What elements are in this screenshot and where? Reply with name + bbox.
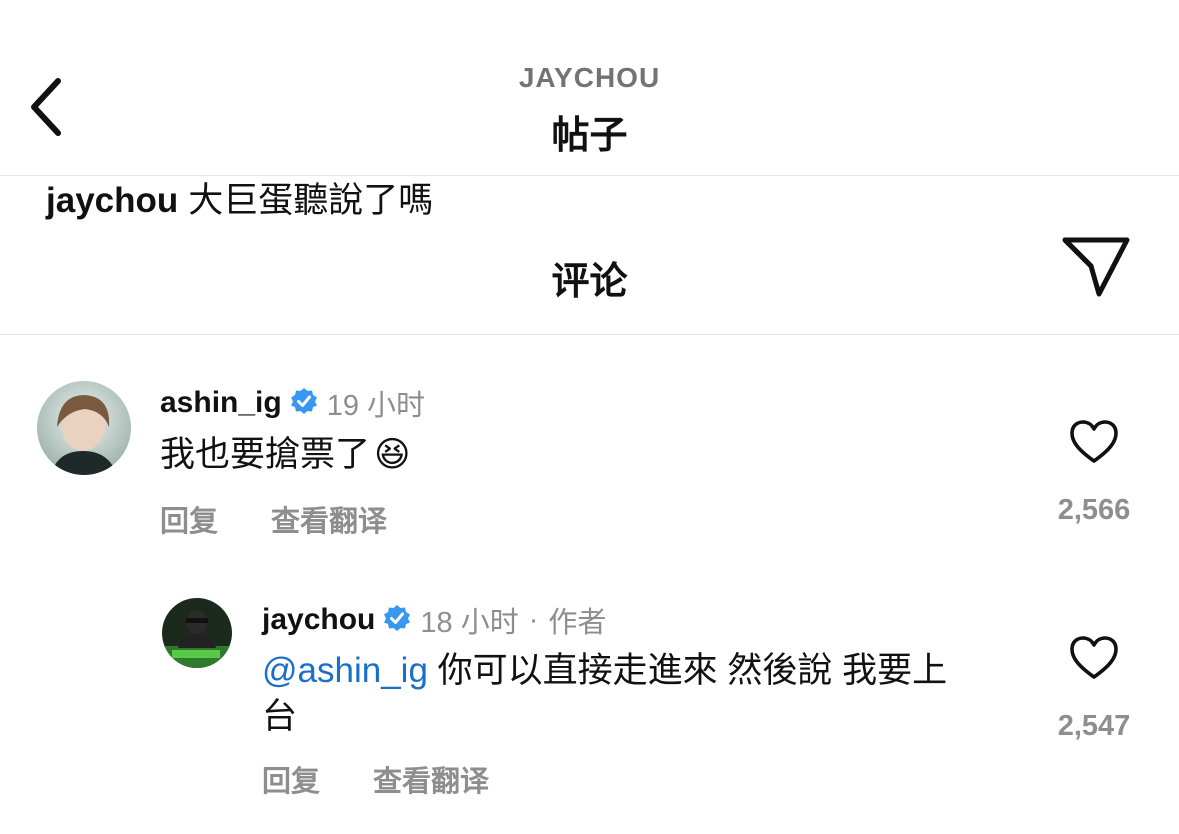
mention-link[interactable]: @ashin_ig bbox=[262, 651, 428, 690]
see-translation-button[interactable]: 查看翻译 bbox=[271, 498, 387, 540]
comment-body-line2: 台 bbox=[262, 697, 298, 736]
comment-item: ashin_ig 19 小时 我也要搶票了 😆 回复 查看翻译 2,566 bbox=[0, 370, 1179, 560]
caption-username[interactable]: jaychou bbox=[46, 181, 178, 220]
heart-icon bbox=[1069, 419, 1119, 470]
comment-body-line1: 你可以直接走進來 然後說 我要上 bbox=[437, 651, 948, 690]
grinning-squint-emoji-icon: 😆 bbox=[374, 435, 411, 474]
comment-body: 我也要搶票了 bbox=[160, 435, 371, 474]
share-button[interactable] bbox=[1058, 236, 1134, 302]
see-translation-button[interactable]: 查看翻译 bbox=[373, 758, 489, 800]
like-button[interactable] bbox=[1066, 634, 1122, 686]
like-button[interactable] bbox=[1066, 418, 1122, 470]
comments-divider bbox=[0, 334, 1179, 335]
post-caption: jaychou 大巨蛋聽說了嗎 bbox=[46, 172, 433, 223]
send-icon bbox=[1061, 236, 1131, 303]
comment-reply-item: jaychou 18 小时 · 作者 @ashin_ig 你可以直接走進來 然後… bbox=[0, 590, 1179, 820]
comment-username[interactable]: jaychou bbox=[262, 603, 375, 637]
comment-text: 我也要搶票了 😆 bbox=[160, 432, 411, 478]
meta-separator: · bbox=[528, 603, 539, 636]
comment-header: jaychou 18 小时 · 作者 bbox=[262, 600, 606, 640]
like-count: 2,547 bbox=[1057, 710, 1131, 742]
like-count: 2,566 bbox=[1057, 494, 1131, 526]
reply-button[interactable]: 回复 bbox=[160, 498, 218, 540]
comment-username[interactable]: ashin_ig bbox=[160, 386, 282, 420]
comment-time: 19 小时 bbox=[326, 390, 426, 422]
comment-text: @ashin_ig 你可以直接走進來 然後說 我要上 台 bbox=[262, 648, 1002, 740]
heart-icon bbox=[1069, 635, 1119, 686]
verified-badge-icon bbox=[290, 387, 318, 420]
comment-header: ashin_ig 19 小时 bbox=[160, 383, 425, 423]
comment-time: 18 小时 bbox=[420, 607, 519, 639]
account-name: JAYCHOU bbox=[518, 62, 661, 93]
caption-text: 大巨蛋聽說了嗎 bbox=[188, 181, 434, 220]
verified-badge-icon bbox=[383, 604, 411, 637]
reply-button[interactable]: 回复 bbox=[262, 758, 320, 800]
avatar[interactable] bbox=[37, 381, 131, 475]
author-tag: 作者 bbox=[548, 607, 607, 639]
comments-title: 评论 bbox=[551, 261, 628, 303]
avatar[interactable] bbox=[162, 598, 232, 668]
page-title: 帖子 bbox=[551, 115, 628, 157]
